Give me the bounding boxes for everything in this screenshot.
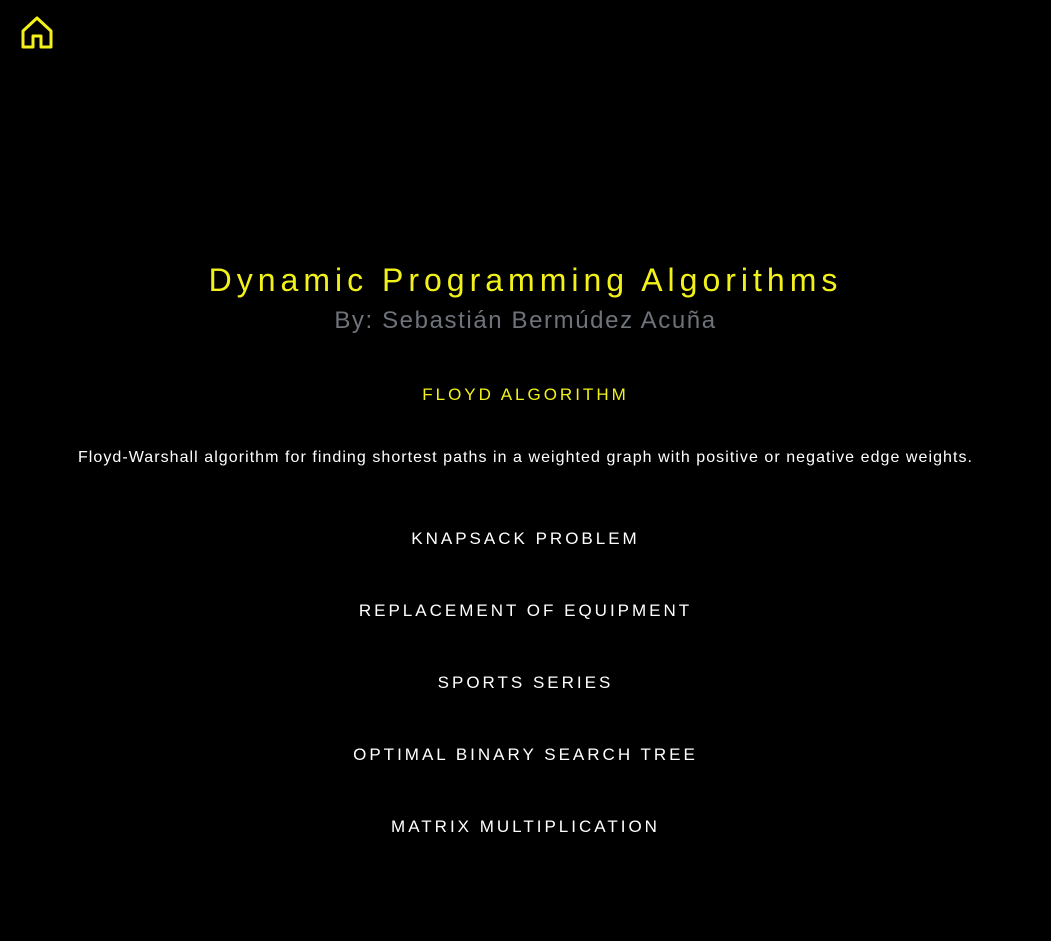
home-icon [18, 14, 56, 52]
menu-item-replacement-of-equipment: REPLACEMENT OF EQUIPMENT [0, 601, 1051, 621]
menu-item-floyd-algorithm: FLOYD ALGORITHM [0, 385, 1051, 405]
floyd-algorithm-link[interactable]: FLOYD ALGORITHM [422, 385, 629, 404]
knapsack-problem-link[interactable]: KNAPSACK PROBLEM [411, 529, 639, 548]
page: Dynamic Programming Algorithms By: Sebas… [0, 0, 1051, 941]
menu-item-optimal-binary-search-tree: OPTIMAL BINARY SEARCH TREE [0, 745, 1051, 765]
home-button[interactable] [18, 14, 56, 52]
floyd-algorithm-description: Floyd-Warshall algorithm for finding sho… [77, 449, 974, 466]
menu-item-knapsack-problem: KNAPSACK PROBLEM [0, 529, 1051, 549]
replacement-of-equipment-link[interactable]: REPLACEMENT OF EQUIPMENT [359, 601, 692, 620]
menu-item-sports-series: SPORTS SERIES [0, 673, 1051, 693]
sports-series-link[interactable]: SPORTS SERIES [438, 673, 614, 692]
optimal-binary-search-tree-link[interactable]: OPTIMAL BINARY SEARCH TREE [353, 745, 698, 764]
matrix-multiplication-link[interactable]: MATRIX MULTIPLICATION [391, 817, 660, 836]
page-title: Dynamic Programming Algorithms [208, 262, 843, 298]
author-subtitle: By: Sebastián Bermúdez Acuña [334, 307, 717, 334]
menu-item-matrix-multiplication: MATRIX MULTIPLICATION [0, 817, 1051, 837]
